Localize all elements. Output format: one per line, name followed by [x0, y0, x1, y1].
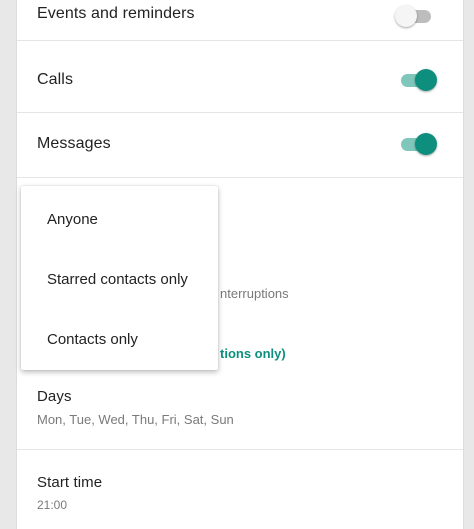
start-time-label: Start time — [37, 474, 103, 491]
partial-accent-text: tions only) — [220, 346, 286, 361]
priority-contacts-menu: Anyone Starred contacts only Contacts on… — [21, 186, 218, 370]
toggle-thumb — [395, 5, 417, 27]
toggle-thumb — [415, 69, 437, 91]
calls-label: Calls — [37, 71, 74, 88]
days-value: Mon, Tue, Wed, Thu, Fri, Sat, Sun — [37, 412, 234, 427]
partial-interruptions-text: nterruptions — [220, 286, 289, 301]
days-row[interactable]: Days Mon, Tue, Wed, Thu, Fri, Sat, Sun — [17, 377, 463, 450]
messages-row[interactable]: Messages — [17, 113, 463, 178]
start-time-value: 21:00 — [37, 498, 68, 512]
calls-row[interactable]: Calls — [17, 40, 463, 113]
messages-label: Messages — [37, 135, 111, 152]
events-reminders-toggle[interactable] — [395, 5, 435, 27]
events-reminders-label: Events and reminders — [37, 5, 195, 22]
start-time-row[interactable]: Start time 21:00 — [17, 450, 463, 529]
messages-toggle[interactable] — [399, 133, 439, 155]
menu-item-contacts-only[interactable]: Contacts only — [21, 312, 218, 368]
calls-toggle[interactable] — [399, 69, 439, 91]
events-reminders-row[interactable]: Events and reminders — [17, 0, 463, 41]
days-label: Days — [37, 388, 72, 405]
menu-item-anyone[interactable]: Anyone — [21, 192, 218, 248]
menu-item-starred-contacts[interactable]: Starred contacts only — [21, 252, 218, 308]
toggle-thumb — [415, 133, 437, 155]
